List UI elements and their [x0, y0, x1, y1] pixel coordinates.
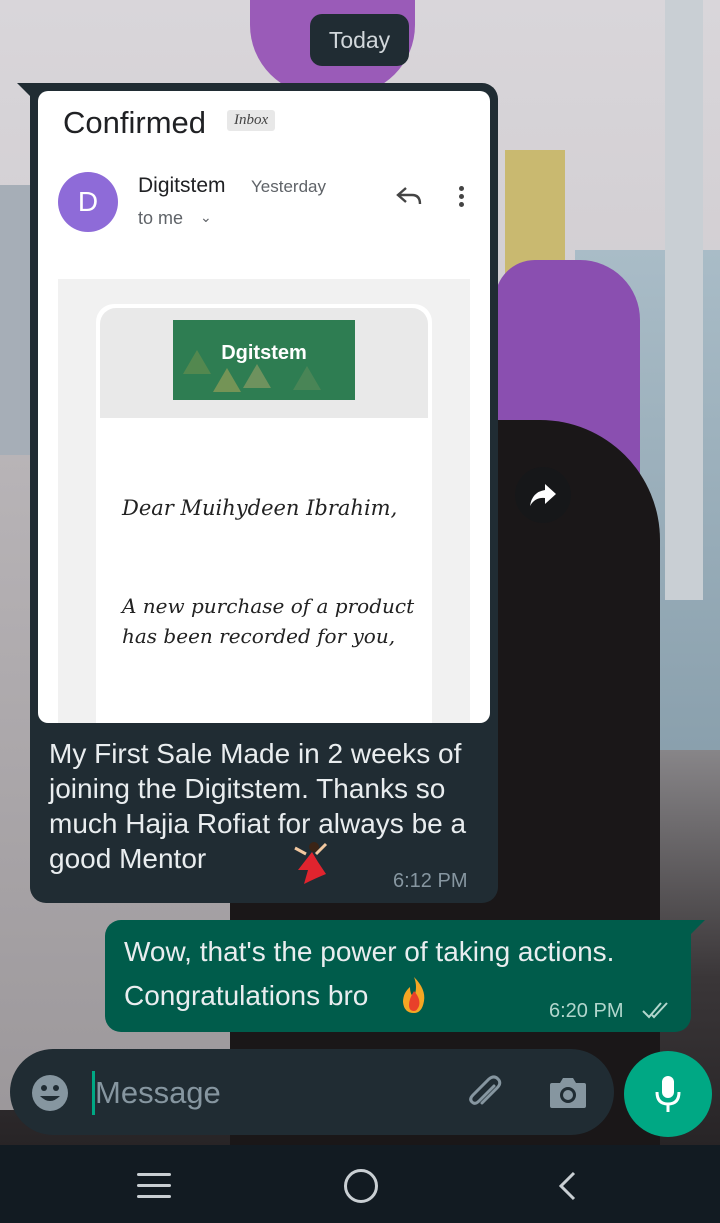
email-time: Yesterday [251, 177, 326, 196]
outgoing-message-time: 6:20 PM [549, 1000, 624, 1022]
incoming-bubble-tail [17, 83, 31, 97]
email-screenshot-image[interactable]: Confirmed Inbox D Digitstem Yesterday to… [38, 91, 490, 723]
email-label: Inbox [227, 110, 276, 131]
more-icon [457, 186, 465, 210]
email-subject: Confirmed [63, 105, 206, 140]
date-chip: Today [310, 14, 409, 66]
read-receipt-icon [642, 1002, 668, 1019]
fire-emoji-icon [403, 977, 425, 1013]
email-body-text: A new purchase of a product has been rec… [122, 594, 415, 648]
incoming-message-time: 6:12 PM [393, 870, 468, 892]
attach-icon[interactable] [464, 1072, 506, 1114]
camera-icon[interactable] [548, 1074, 588, 1110]
forward-button[interactable] [515, 467, 571, 523]
reply-icon [396, 187, 422, 205]
brand-name: Dgitstem [221, 342, 307, 364]
back-icon[interactable] [556, 1170, 578, 1202]
incoming-message-text: My First Sale Made in 2 weeks of joining… [49, 738, 467, 874]
brand-logo-banner: Dgitstem [173, 320, 355, 400]
forward-icon [530, 484, 556, 506]
outgoing-bubble-tail [691, 920, 705, 934]
emoji-icon[interactable] [30, 1073, 70, 1113]
dancer-emoji-icon [294, 842, 328, 884]
mic-icon [655, 1076, 681, 1112]
sender-avatar: D [58, 172, 118, 232]
email-recipient: to me [138, 208, 184, 228]
mic-button[interactable] [624, 1051, 712, 1137]
email-greeting: Dear Muihydeen Ibrahim, [122, 496, 398, 520]
message-input[interactable]: Message [95, 1075, 221, 1111]
email-sender: Digitstem [138, 174, 226, 197]
home-icon[interactable] [344, 1169, 378, 1203]
recent-apps-icon[interactable] [137, 1173, 171, 1199]
chevron-down-icon: ⌄ [200, 209, 212, 225]
